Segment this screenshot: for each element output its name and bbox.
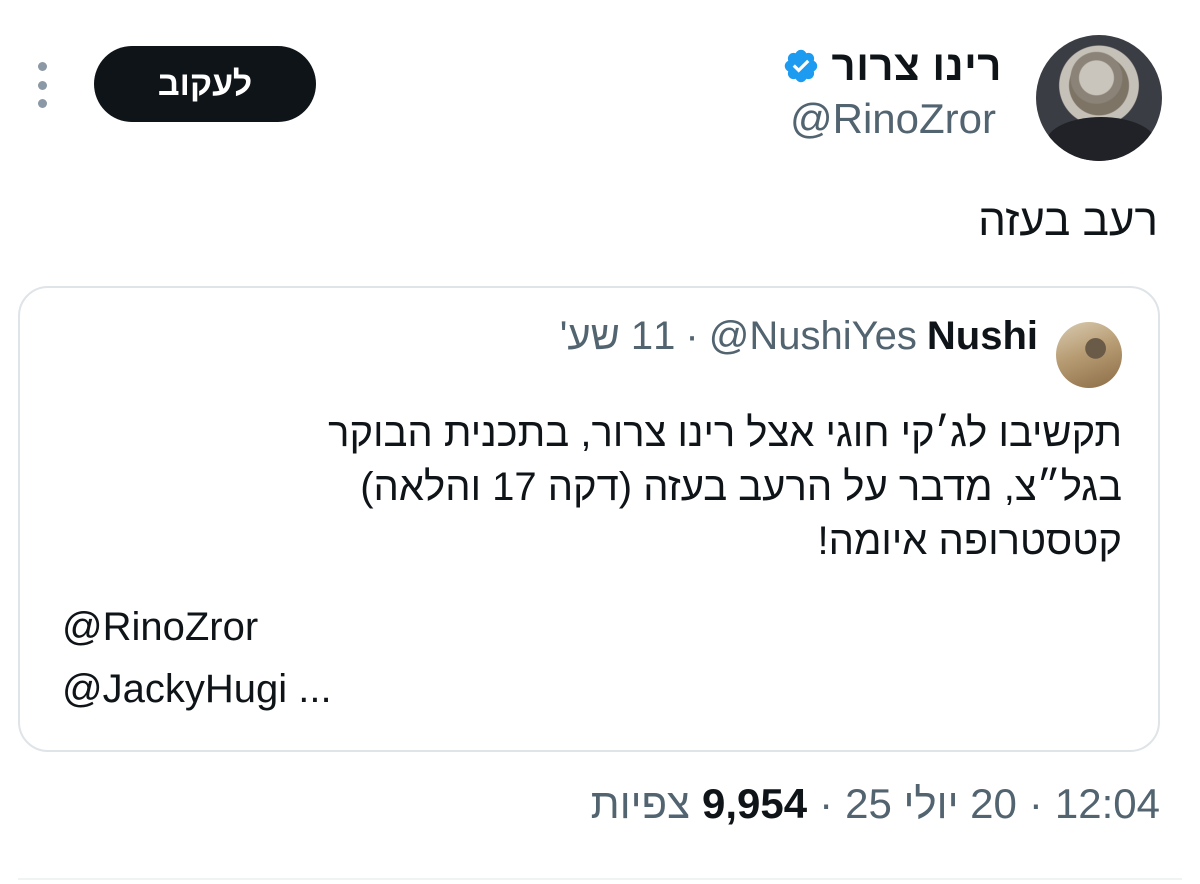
quoted-author-name[interactable]: Nushi [927,314,1038,359]
quoted-tweet-time[interactable]: 11 שע' [560,314,676,359]
author-display-name[interactable]: רינו צרור [832,42,1002,90]
tweet-meta: 12:04 · 20 יולי 25 · 9,954 צפיות [591,780,1160,828]
quoted-tweet-header: 11 שע' · @NushiYes Nushi [560,314,1038,359]
dot [37,62,47,71]
mention-link[interactable]: @JackyHugi ... [62,658,332,720]
more-vertical-icon[interactable] [34,62,50,108]
author-handle[interactable]: @RinoZror [790,95,996,143]
separator-dot: · [685,314,699,358]
author-avatar[interactable] [1036,35,1162,161]
quoted-tweet-mentions: @RinoZror @JackyHugi ... [62,596,332,720]
quoted-tweet-body: תקשיבו לג׳קי חוגי אצל רינו צרור, בתכנית … [52,406,1122,568]
quoted-body-line: תקשיבו לג׳קי חוגי אצל רינו צרור, בתכנית … [328,411,1122,455]
quoted-body-line: בגל״צ, מדבר על הרעב בעזה (דקה 17 והלאה) [360,465,1122,509]
quoted-body-line: קטסטרופה איומה! [817,519,1122,563]
views-count: 9,954 [702,780,808,827]
separator-dot: · [819,780,834,827]
tweet-page: רינו צרור @RinoZror לעקוב רעב בעזה 11 שע… [0,0,1200,884]
quoted-author-handle[interactable]: @NushiYes [709,314,917,359]
tweet-time[interactable]: 12:04 [1055,780,1160,828]
author-name-row: רינו צרור [782,42,1002,90]
dot [37,80,47,90]
views-label: צפיות [590,780,691,827]
mention-link[interactable]: @RinoZror [62,596,332,658]
quoted-tweet-card[interactable]: 11 שע' · @NushiYes Nushi תקשיבו לג׳קי חו… [18,286,1160,752]
tweet-date[interactable]: 20 יולי 25 [845,780,1017,828]
divider [18,878,1182,880]
tweet-text: רעב בעזה [978,196,1158,245]
follow-button[interactable]: לעקוב [94,46,316,122]
verified-badge-icon[interactable] [782,47,820,85]
quoted-author-avatar[interactable] [1056,322,1122,388]
dot [37,99,47,108]
separator-dot: · [1028,780,1043,827]
